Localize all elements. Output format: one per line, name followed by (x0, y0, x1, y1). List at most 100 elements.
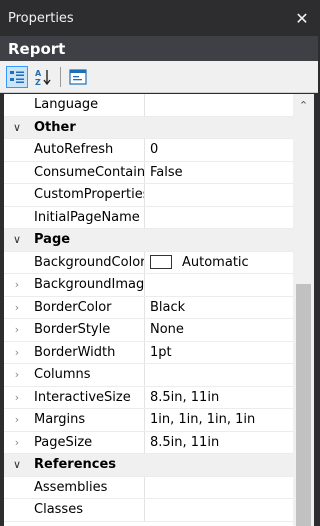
property-value[interactable]: None (145, 319, 293, 341)
property-row[interactable]: › Margins 1in, 1in, 1in, 1in (4, 409, 293, 432)
property-value-text: 1in, 1in, 1in, 1in (150, 412, 256, 428)
property-name: Margins (30, 409, 145, 431)
property-value[interactable] (145, 207, 293, 229)
category-label: Page (34, 232, 71, 248)
scrollbar-thumb[interactable] (296, 284, 311, 526)
property-value[interactable]: 1pt (145, 342, 293, 364)
property-row[interactable]: InitialPageName (4, 206, 293, 229)
property-row[interactable]: BackgroundColor Automatic (4, 251, 293, 274)
property-row[interactable]: CustomProperties (4, 184, 293, 207)
property-row[interactable]: › BorderWidth 1pt (4, 341, 293, 364)
property-name: CustomProperties (30, 184, 145, 206)
category-row[interactable]: ∨ Page (4, 229, 293, 252)
expand-icon[interactable]: › (4, 342, 30, 364)
property-name: Language (30, 94, 145, 116)
property-value-text: 8.5in, 11in (150, 434, 220, 450)
property-name: Classes (30, 499, 145, 521)
expander-placeholder (4, 207, 30, 229)
property-name: BackgroundColor (30, 251, 145, 273)
expander-placeholder (4, 184, 30, 206)
svg-text:Z: Z (35, 78, 41, 86)
property-value[interactable] (145, 499, 293, 521)
property-row[interactable]: AutoRefresh 0 (4, 139, 293, 162)
expand-icon[interactable]: › (4, 274, 30, 296)
svg-text:A: A (35, 69, 42, 78)
property-name: Columns (30, 364, 145, 386)
property-value[interactable]: 8.5in, 11in (145, 387, 293, 409)
property-grid: Language ∨ Other AutoRefresh 0 ConsumeContain… (4, 94, 314, 526)
property-value[interactable]: False (145, 162, 293, 184)
property-value[interactable] (145, 94, 293, 116)
expander-placeholder (4, 252, 30, 274)
expander-placeholder (4, 139, 30, 161)
categorized-button[interactable] (6, 65, 28, 88)
property-row[interactable]: › PageSize 8.5in, 11in (4, 431, 293, 454)
property-row[interactable]: Classes (4, 499, 293, 522)
collapse-icon[interactable]: ∨ (4, 454, 30, 476)
property-name: BorderColor (30, 296, 145, 318)
property-row[interactable]: › InteractiveSize 8.5in, 11in (4, 386, 293, 409)
category-label: References (34, 457, 117, 473)
property-value[interactable]: 1in, 1in, 1in, 1in (145, 409, 293, 431)
title-bar: Properties ✕ (0, 0, 318, 36)
property-value-text: None (150, 322, 184, 338)
property-value-text: Automatic (182, 254, 249, 270)
expander-placeholder (4, 499, 30, 521)
property-name: BorderStyle (30, 319, 145, 341)
property-value-text: 1pt (150, 344, 172, 360)
category-row[interactable]: ∨ Other (4, 116, 293, 139)
property-value[interactable] (145, 477, 293, 499)
property-value-text: False (150, 164, 183, 180)
expand-icon[interactable]: › (4, 364, 30, 386)
expander-placeholder (4, 162, 30, 184)
property-value[interactable]: 0 (145, 139, 293, 161)
property-rows: Language ∨ Other AutoRefresh 0 ConsumeContain… (4, 94, 293, 522)
property-value-text: 0 (150, 142, 159, 158)
alphabetical-sort-icon: A Z (35, 69, 51, 86)
expand-icon[interactable]: › (4, 387, 30, 409)
panel-title: Properties (8, 10, 74, 26)
expand-icon[interactable]: › (4, 297, 30, 319)
alphabetical-button[interactable]: A Z (32, 66, 54, 88)
property-value-text: 8.5in, 11in (150, 389, 220, 405)
property-row[interactable]: › Columns (4, 364, 293, 387)
property-value-text: Black (150, 299, 186, 315)
property-row[interactable]: ConsumeContainerWhitespace False (4, 161, 293, 184)
property-value[interactable] (145, 364, 293, 386)
color-swatch (150, 255, 172, 270)
property-value[interactable] (145, 184, 293, 206)
close-icon[interactable]: ✕ (294, 9, 310, 28)
property-row[interactable]: Assemblies (4, 476, 293, 499)
properties-panel: Properties ✕ Report A Z Language ∨ Other… (0, 0, 318, 526)
expander-placeholder (4, 477, 30, 499)
property-pages-button[interactable] (67, 66, 89, 88)
property-name: AutoRefresh (30, 139, 145, 161)
scroll-up-icon[interactable]: ⌃ (293, 94, 314, 116)
collapse-icon[interactable]: ∨ (4, 117, 30, 139)
property-value[interactable]: 8.5in, 11in (145, 432, 293, 454)
categorized-icon (10, 70, 24, 83)
toolbar-separator (60, 66, 61, 87)
property-name: InitialPageName (30, 206, 145, 228)
property-name: ConsumeContainerWhitespace (30, 161, 145, 183)
expander-placeholder (4, 94, 30, 116)
collapse-icon[interactable]: ∨ (4, 229, 30, 251)
property-row[interactable]: Language (4, 94, 293, 117)
properties-toolbar: A Z (0, 61, 318, 93)
property-row[interactable]: › BackgroundImage (4, 274, 293, 297)
property-name: BorderWidth (30, 341, 145, 363)
property-row[interactable]: › BorderStyle None (4, 319, 293, 342)
category-row[interactable]: ∨ References (4, 454, 293, 477)
property-name: InteractiveSize (30, 386, 145, 408)
property-value[interactable]: Black (145, 297, 293, 319)
property-value[interactable]: Automatic (145, 252, 293, 274)
vertical-scrollbar[interactable]: ⌃ (293, 94, 314, 526)
property-pages-icon (69, 68, 87, 85)
property-name: PageSize (30, 431, 145, 453)
category-label: Other (34, 119, 76, 135)
property-row[interactable]: › BorderColor Black (4, 296, 293, 319)
expand-icon[interactable]: › (4, 409, 30, 431)
property-value[interactable] (145, 274, 293, 296)
expand-icon[interactable]: › (4, 319, 30, 341)
expand-icon[interactable]: › (4, 432, 30, 454)
